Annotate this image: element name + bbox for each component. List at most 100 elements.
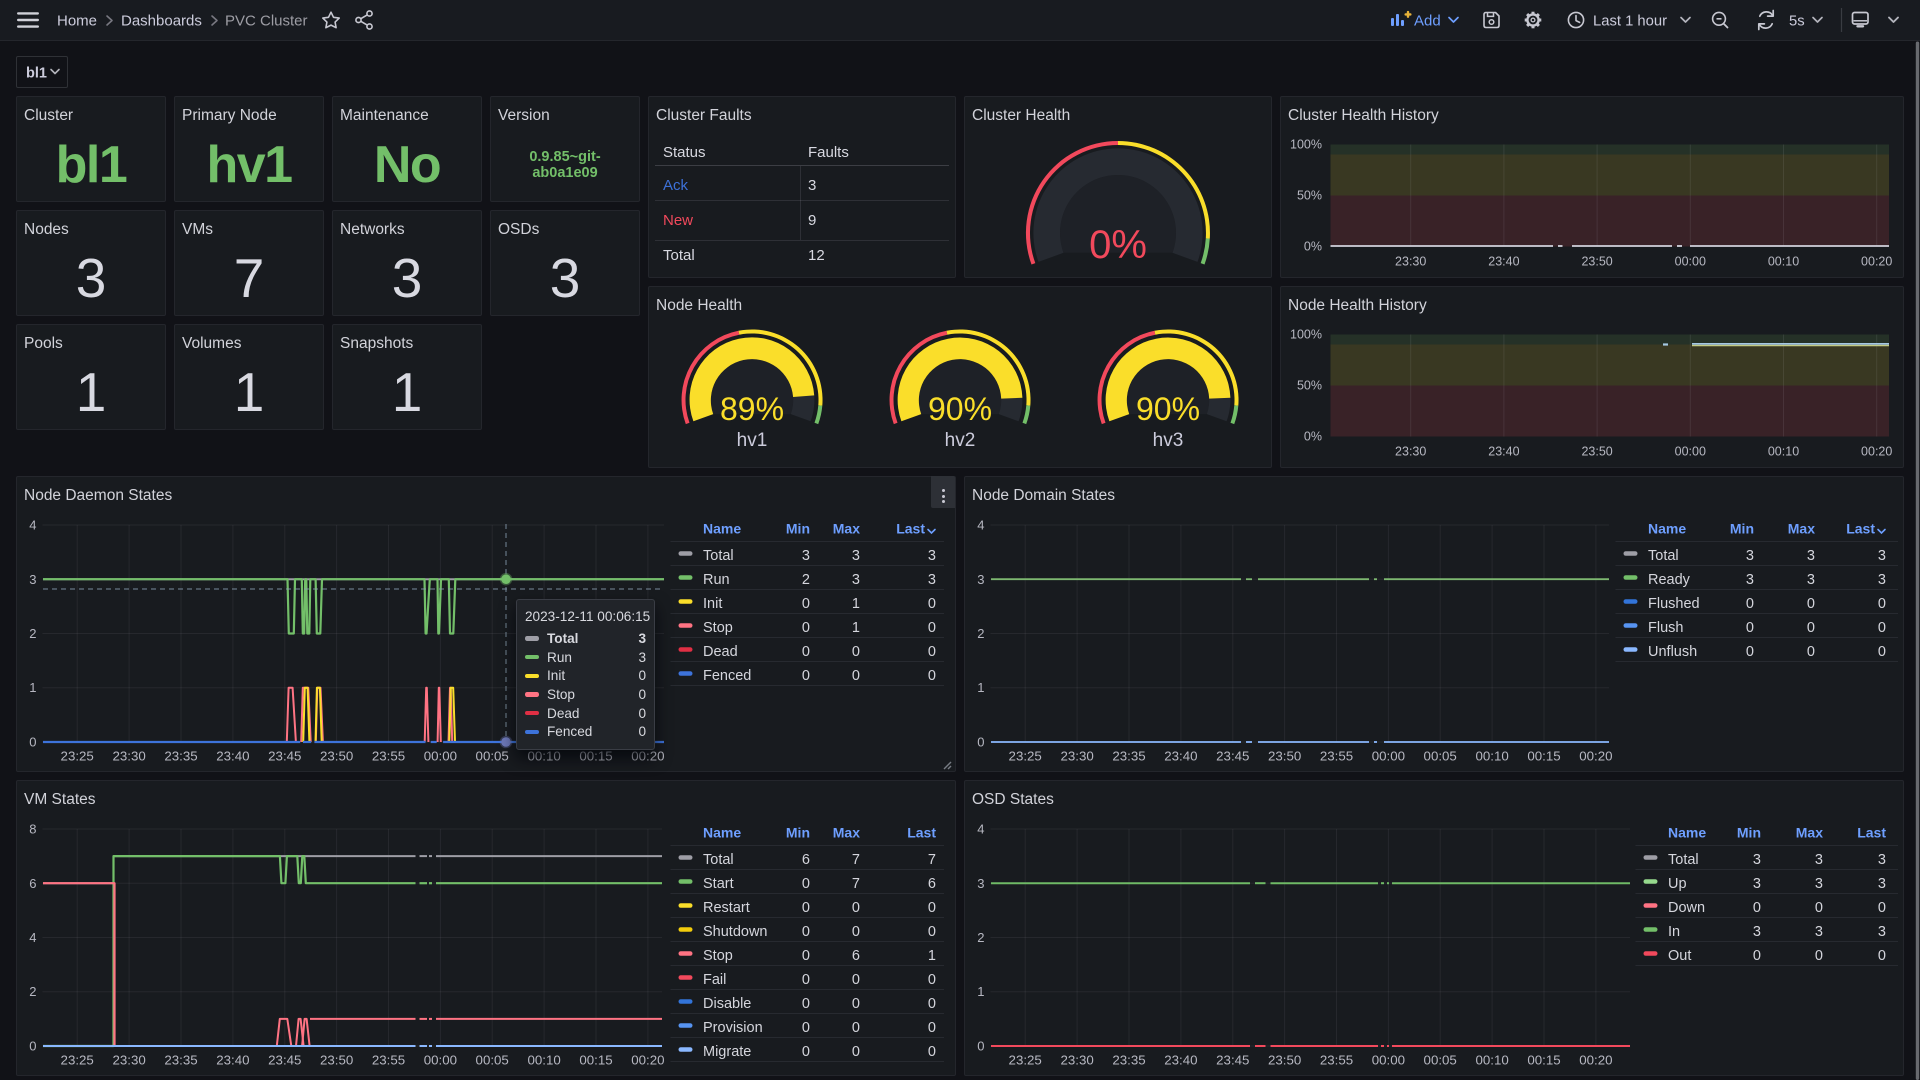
svg-text:2: 2 (977, 930, 984, 945)
svg-text:9: 9 (808, 212, 816, 229)
svg-text:0: 0 (29, 1039, 36, 1054)
svg-text:23:40: 23:40 (1488, 445, 1519, 459)
svg-text:0: 0 (928, 620, 936, 636)
svg-text:0: 0 (1807, 596, 1815, 612)
svg-text:0: 0 (802, 1020, 810, 1036)
svg-text:3: 3 (1746, 548, 1754, 564)
svg-text:100%: 100% (1290, 138, 1322, 152)
svg-text:0: 0 (802, 876, 810, 892)
svg-text:3: 3 (1753, 852, 1761, 868)
svg-text:0: 0 (1807, 644, 1815, 660)
svg-text:Total: Total (663, 247, 695, 264)
svg-text:0: 0 (29, 735, 36, 750)
svg-text:23:30: 23:30 (1060, 749, 1093, 764)
svg-text:0%: 0% (1304, 430, 1322, 444)
svg-text:00:10: 00:10 (1475, 1053, 1508, 1068)
svg-text:0: 0 (1878, 900, 1886, 916)
svg-text:23:30: 23:30 (1060, 1053, 1093, 1068)
svg-text:8: 8 (29, 822, 36, 837)
svg-text:3: 3 (852, 548, 860, 564)
svg-text:Dead: Dead (703, 644, 738, 660)
svg-text:23:50: 23:50 (320, 749, 353, 764)
svg-text:2: 2 (802, 572, 810, 588)
svg-text:00:10: 00:10 (527, 749, 560, 764)
svg-text:Name: Name (1648, 521, 1686, 537)
svg-text:Last: Last (896, 521, 925, 537)
svg-text:23:45: 23:45 (268, 749, 301, 764)
svg-text:Out: Out (1668, 948, 1691, 964)
svg-text:0: 0 (852, 972, 860, 988)
svg-text:Name: Name (703, 825, 741, 841)
svg-text:Total: Total (703, 852, 734, 868)
svg-text:1: 1 (29, 680, 36, 695)
svg-text:1: 1 (852, 596, 860, 612)
svg-text:Down: Down (1668, 900, 1705, 916)
svg-text:Start: Start (703, 876, 734, 892)
svg-text:23:35: 23:35 (1112, 749, 1145, 764)
svg-text:0: 0 (802, 620, 810, 636)
svg-text:90%: 90% (928, 391, 992, 427)
svg-text:3: 3 (1807, 572, 1815, 588)
svg-text:00:10: 00:10 (1768, 445, 1799, 459)
svg-text:Home: Home (57, 13, 97, 30)
svg-text:6: 6 (29, 876, 36, 891)
svg-text:23:35: 23:35 (1112, 1053, 1145, 1068)
svg-text:6: 6 (928, 876, 936, 892)
svg-text:3: 3 (977, 572, 984, 587)
svg-text:6: 6 (802, 852, 810, 868)
svg-text:Total: Total (1648, 548, 1679, 564)
svg-text:3: 3 (1878, 548, 1886, 564)
svg-text:3: 3 (1753, 876, 1761, 892)
svg-text:0: 0 (1878, 596, 1886, 612)
svg-text:Init: Init (703, 596, 722, 612)
svg-text:3: 3 (29, 572, 36, 587)
svg-text:Max: Max (1796, 825, 1823, 841)
svg-text:0%: 0% (1304, 240, 1322, 254)
svg-text:5s: 5s (1789, 14, 1805, 30)
svg-text:23:55: 23:55 (1320, 1053, 1353, 1068)
svg-text:PVC Cluster: PVC Cluster (225, 13, 308, 30)
svg-text:00:05: 00:05 (1424, 749, 1457, 764)
svg-text:Min: Min (1730, 521, 1754, 537)
svg-text:0: 0 (1746, 644, 1754, 660)
svg-text:4: 4 (29, 930, 36, 945)
svg-text:3: 3 (928, 548, 936, 564)
svg-text:23:35: 23:35 (164, 749, 197, 764)
svg-text:Status: Status (663, 144, 706, 161)
svg-text:3: 3 (808, 177, 816, 194)
svg-text:Total: Total (703, 548, 734, 564)
svg-text:00:05: 00:05 (1424, 1053, 1457, 1068)
svg-text:3: 3 (1815, 876, 1823, 892)
svg-text:23:25: 23:25 (1009, 749, 1042, 764)
svg-text:0: 0 (852, 900, 860, 916)
svg-text:3: 3 (1878, 572, 1886, 588)
svg-text:00:15: 00:15 (579, 1053, 612, 1068)
svg-text:Stop: Stop (703, 620, 733, 636)
svg-text:23:50: 23:50 (1581, 445, 1612, 459)
svg-text:23:30: 23:30 (112, 749, 145, 764)
svg-text:2: 2 (29, 626, 36, 641)
svg-text:00:20: 00:20 (631, 749, 664, 764)
svg-text:0: 0 (1878, 644, 1886, 660)
svg-text:0: 0 (802, 668, 810, 684)
svg-text:23:30: 23:30 (1395, 255, 1426, 269)
svg-text:0: 0 (1815, 948, 1823, 964)
svg-text:0: 0 (928, 972, 936, 988)
svg-text:Unflush: Unflush (1648, 644, 1697, 660)
svg-text:23:25: 23:25 (1009, 1053, 1042, 1068)
svg-text:0: 0 (802, 924, 810, 940)
svg-text:0: 0 (928, 996, 936, 1012)
svg-text:0: 0 (1807, 620, 1815, 636)
svg-text:4: 4 (977, 822, 984, 837)
svg-text:Restart: Restart (703, 900, 750, 916)
svg-text:0: 0 (1746, 620, 1754, 636)
svg-text:00:20: 00:20 (1579, 749, 1612, 764)
svg-text:3: 3 (1878, 924, 1886, 940)
svg-text:2: 2 (977, 626, 984, 641)
svg-text:0%: 0% (1089, 223, 1147, 267)
svg-text:4: 4 (29, 518, 36, 533)
svg-text:0: 0 (802, 644, 810, 660)
svg-text:00:00: 00:00 (424, 1053, 457, 1068)
svg-text:50%: 50% (1297, 189, 1322, 203)
svg-text:0: 0 (852, 996, 860, 1012)
